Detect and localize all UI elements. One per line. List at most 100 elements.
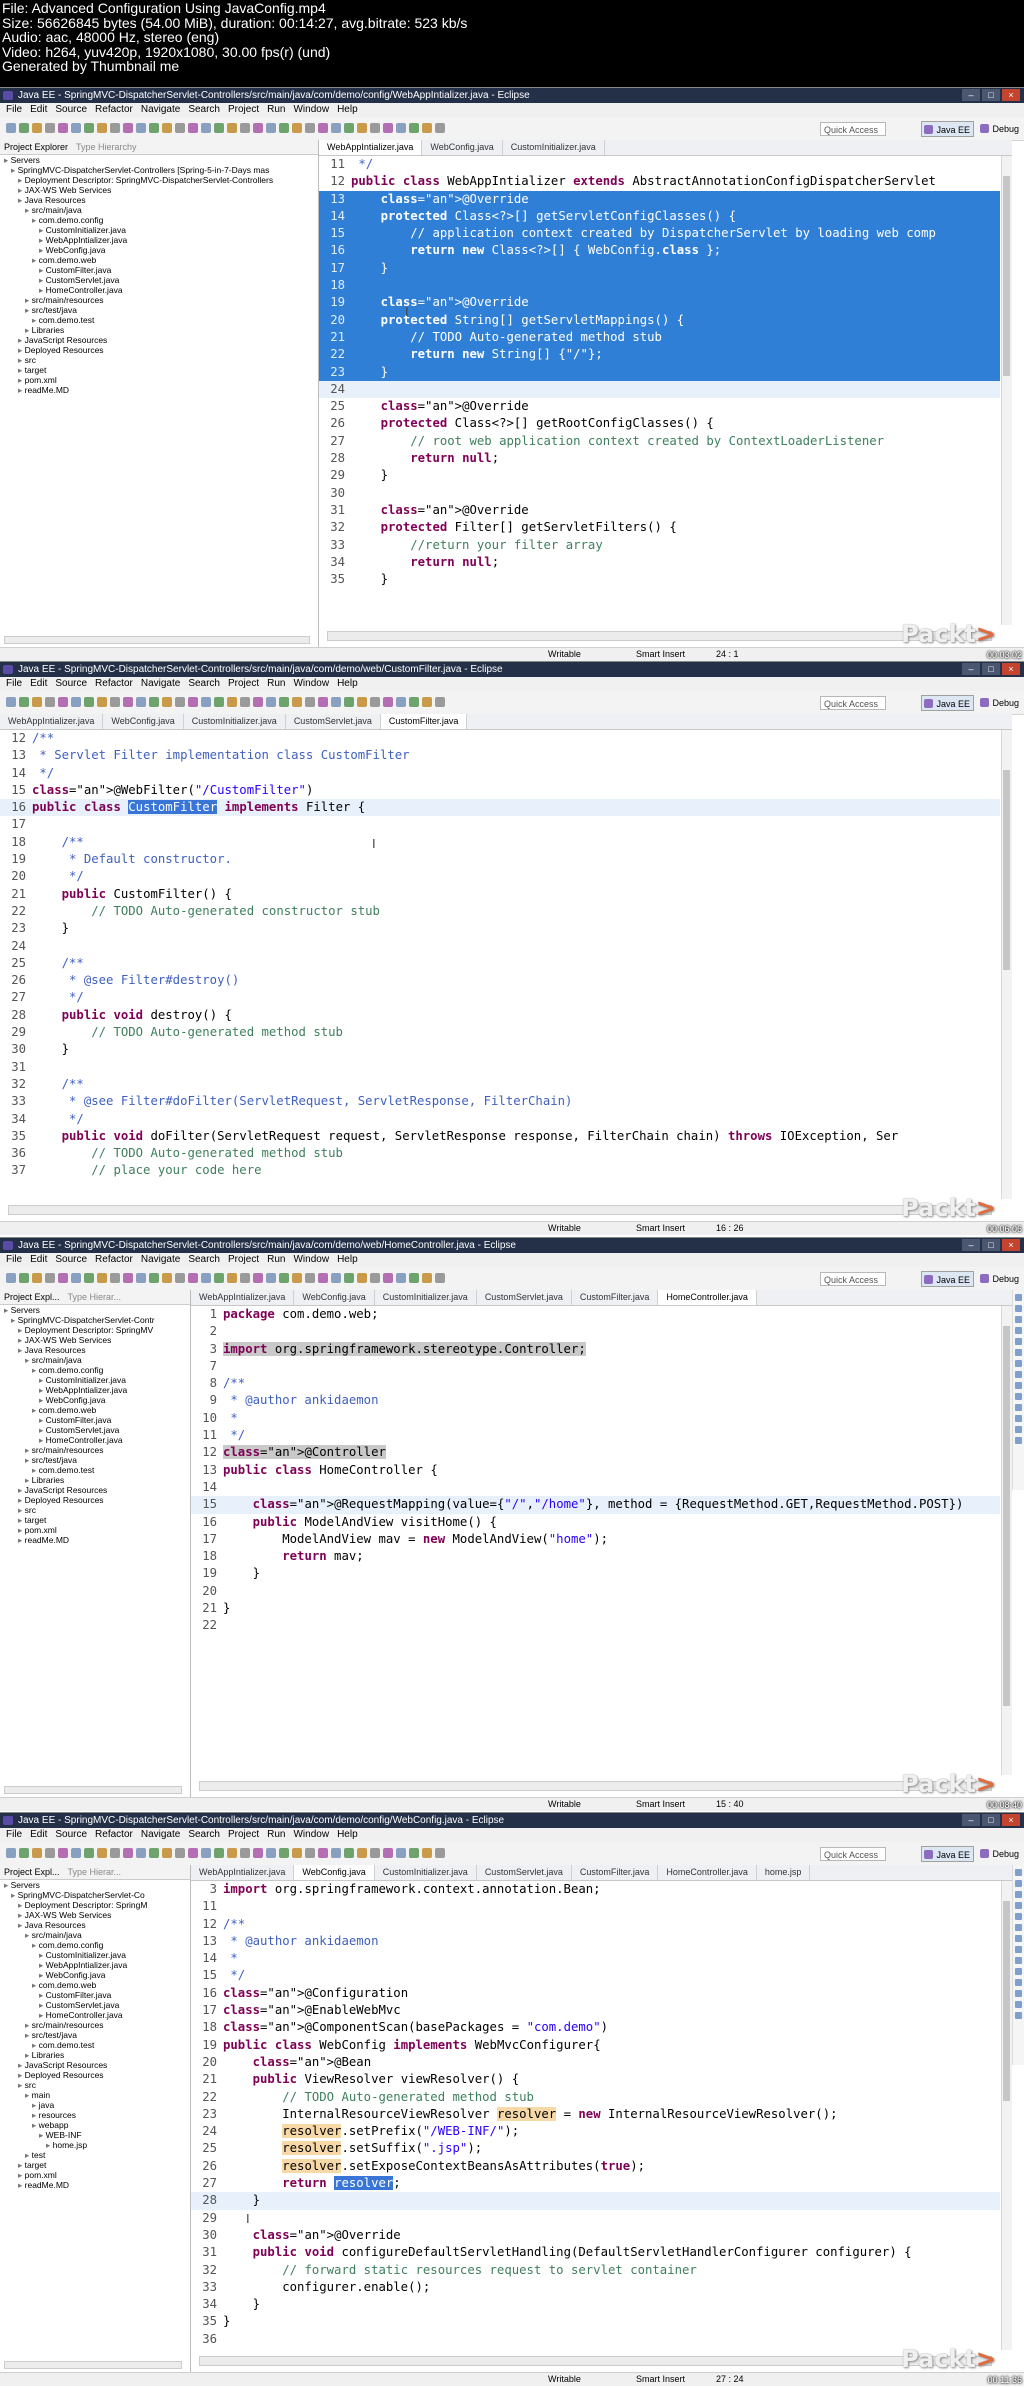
toolbar-icon[interactable]: [383, 123, 393, 133]
expand-arrow-icon[interactable]: ▸: [39, 1990, 46, 2000]
tree-item[interactable]: ▸ Deployed Resources: [0, 2070, 190, 2080]
toolbar-icon[interactable]: [331, 123, 341, 133]
view-icon[interactable]: [1015, 1924, 1022, 1931]
toolbar-icon[interactable]: [357, 697, 367, 707]
toolbar-icon[interactable]: [409, 1273, 419, 1283]
menu-refactor[interactable]: Refactor: [95, 1253, 133, 1267]
toolbar-icon[interactable]: [201, 123, 211, 133]
menu-navigate[interactable]: Navigate: [141, 1828, 180, 1842]
tree-item[interactable]: ▸ readMe.MD: [0, 1535, 190, 1545]
expand-arrow-icon[interactable]: ▸: [32, 255, 39, 265]
expand-arrow-icon[interactable]: ▸: [25, 1445, 32, 1455]
toolbar-icon[interactable]: [383, 1848, 393, 1858]
tree-item[interactable]: ▸ readMe.MD: [0, 385, 318, 395]
expand-arrow-icon[interactable]: ▸: [39, 1395, 46, 1405]
tree-item[interactable]: ▸ src/test/java: [0, 305, 318, 315]
menu-window[interactable]: Window: [293, 1253, 329, 1267]
toolbar-icon[interactable]: [58, 123, 68, 133]
tree-item[interactable]: ▸ CustomServlet.java: [0, 1425, 190, 1435]
tree-item[interactable]: ▸ Libraries: [0, 325, 318, 335]
tree-item[interactable]: ▸ HomeController.java: [0, 1435, 190, 1445]
toolbar-icon[interactable]: [214, 1848, 224, 1858]
toolbar-icon[interactable]: [32, 123, 42, 133]
toolbar-icon[interactable]: [110, 123, 120, 133]
view-icon[interactable]: [1015, 1426, 1022, 1433]
tree-item[interactable]: ▸ src/main/java: [0, 1355, 190, 1365]
toolbar-icon[interactable]: [344, 1848, 354, 1858]
code-area[interactable]: 12 /** 13 * Servlet Filter implementation …: [0, 730, 1000, 1180]
toolbar-icon[interactable]: [32, 1273, 42, 1283]
editor-horizontal-scrollbar[interactable]: [199, 1781, 992, 1791]
menu-source[interactable]: Source: [55, 1253, 87, 1267]
expand-arrow-icon[interactable]: ▸: [25, 2020, 32, 2030]
type-hierarchy-tab[interactable]: Type Hierarchy: [76, 142, 137, 152]
toolbar-icon[interactable]: [357, 123, 367, 133]
menu-help[interactable]: Help: [337, 677, 358, 691]
expand-arrow-icon[interactable]: ▸: [39, 1375, 46, 1385]
expand-arrow-icon[interactable]: ▸: [25, 2150, 32, 2160]
quick-access-input[interactable]: Quick Access: [820, 122, 886, 136]
expand-arrow-icon[interactable]: ▸: [25, 1455, 32, 1465]
expand-arrow-icon[interactable]: ▸: [39, 2000, 46, 2010]
editor-vertical-scrollbar[interactable]: [1001, 730, 1012, 1199]
quick-access-input[interactable]: Quick Access: [820, 696, 886, 710]
explorer-horizontal-scrollbar[interactable]: [4, 636, 310, 644]
menu-search[interactable]: Search: [188, 1828, 220, 1842]
toolbar-icon[interactable]: [6, 1848, 16, 1858]
menu-project[interactable]: Project: [228, 103, 259, 117]
view-icon[interactable]: [1015, 1913, 1022, 1920]
toolbar-icon[interactable]: [253, 123, 263, 133]
editor-tab[interactable]: WebConfig.java: [294, 1290, 375, 1305]
toolbar-icon[interactable]: [253, 1273, 263, 1283]
menu-source[interactable]: Source: [55, 1828, 87, 1842]
toolbar-icon[interactable]: [175, 1848, 185, 1858]
view-icon[interactable]: [1015, 1371, 1022, 1378]
toolbar-icon[interactable]: [58, 1848, 68, 1858]
tree-item[interactable]: ▸ WebAppIntializer.java: [0, 1960, 190, 1970]
toolbar-icon[interactable]: [422, 697, 432, 707]
toolbar-icon[interactable]: [370, 1273, 380, 1283]
view-icon[interactable]: [1015, 2001, 1022, 2008]
expand-arrow-icon[interactable]: ▸: [32, 1405, 39, 1415]
expand-arrow-icon[interactable]: ▸: [25, 325, 32, 335]
toolbar-icon[interactable]: [266, 123, 276, 133]
editor-tab[interactable]: WebConfig.java: [103, 714, 184, 729]
toolbar-icon[interactable]: [136, 1848, 146, 1858]
editor-tab[interactable]: CustomInitializer.java: [375, 1865, 477, 1880]
editor-tab[interactable]: CustomFilter.java: [380, 714, 468, 729]
tree-item[interactable]: ▸ Libraries: [0, 2050, 190, 2060]
expand-arrow-icon[interactable]: ▸: [18, 375, 25, 385]
expand-arrow-icon[interactable]: ▸: [39, 265, 46, 275]
toolbar-icon[interactable]: [344, 123, 354, 133]
view-icon[interactable]: [1015, 1957, 1022, 1964]
toolbar-icon[interactable]: [435, 123, 445, 133]
view-icon[interactable]: [1015, 1990, 1022, 1997]
editor-tab[interactable]: CustomServlet.java: [477, 1290, 572, 1305]
menu-edit[interactable]: Edit: [30, 677, 47, 691]
toolbar-icon[interactable]: [279, 123, 289, 133]
toolbar-icon[interactable]: [84, 1273, 94, 1283]
expand-arrow-icon[interactable]: ▸: [4, 155, 11, 165]
editor-tab[interactable]: WebAppIntializer.java: [191, 1865, 295, 1880]
editor-tab[interactable]: CustomInitializer.java: [503, 140, 605, 155]
toolbar-icon[interactable]: [45, 1848, 55, 1858]
tree-item[interactable]: ▸ CustomServlet.java: [0, 275, 318, 285]
expand-arrow-icon[interactable]: ▸: [25, 205, 32, 215]
tree-item[interactable]: ▸ com.demo.config: [0, 215, 318, 225]
view-icon[interactable]: [1015, 1437, 1022, 1444]
tree-item[interactable]: ▸ CustomInitializer.java: [0, 1375, 190, 1385]
tree-item[interactable]: ▸ src/main/resources: [0, 295, 318, 305]
expand-arrow-icon[interactable]: ▸: [32, 1465, 39, 1475]
quick-access-input[interactable]: Quick Access: [820, 1272, 886, 1286]
tree-item[interactable]: ▸ Servers: [0, 155, 318, 165]
toolbar-icon[interactable]: [344, 1273, 354, 1283]
toolbar-icon[interactable]: [396, 697, 406, 707]
toolbar-icon[interactable]: [422, 1273, 432, 1283]
toolbar-icon[interactable]: [110, 697, 120, 707]
toolbar-icon[interactable]: [97, 123, 107, 133]
minimize-button[interactable]: –: [962, 89, 980, 101]
toolbar-icon[interactable]: [97, 697, 107, 707]
tree-item[interactable]: ▸ CustomFilter.java: [0, 265, 318, 275]
toolbar-icon[interactable]: [422, 1848, 432, 1858]
tree-item[interactable]: ▸ CustomInitializer.java: [0, 225, 318, 235]
